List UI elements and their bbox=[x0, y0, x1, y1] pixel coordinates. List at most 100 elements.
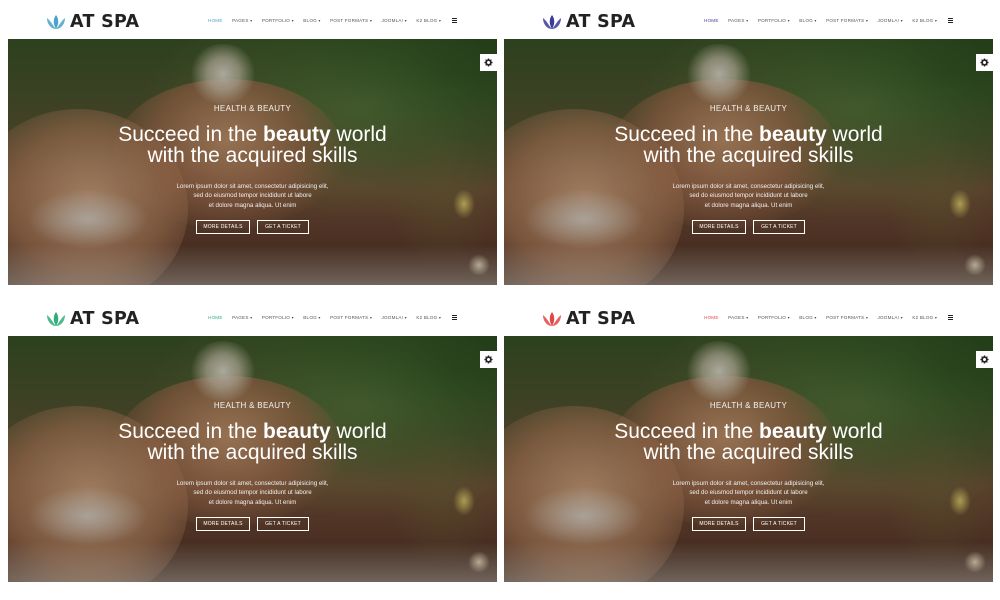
hero-eyebrow: HEALTH & BEAUTY bbox=[213, 104, 292, 113]
nav-item-blog[interactable]: BLOG ▾ bbox=[799, 18, 816, 23]
more-details-button[interactable]: MORE DETAILS bbox=[692, 517, 746, 531]
nav-label: POST FORMATS bbox=[826, 18, 865, 23]
nav-item-pages[interactable]: PAGES ▾ bbox=[232, 315, 252, 320]
headline-line2: with the acquired skills bbox=[643, 441, 854, 464]
site-header: AT SPA HOME PAGES ▾ PORTFOLIO ▾ BLOG ▾ POST… bbox=[8, 297, 497, 336]
headline-text: Succeed in the bbox=[614, 420, 760, 443]
chevron-down-icon: ▾ bbox=[369, 18, 373, 23]
chevron-down-icon: ▾ bbox=[814, 18, 817, 23]
more-details-button[interactable]: MORE DETAILS bbox=[196, 517, 250, 531]
nav-item-k2-blog[interactable]: K2 BLOG ▾ bbox=[416, 18, 441, 23]
nav-item-pages[interactable]: PAGES ▾ bbox=[232, 18, 252, 23]
hero-content: HEALTH & BEAUTY Succeed in the beauty wo… bbox=[8, 336, 497, 582]
headline-line2: with the acquired skills bbox=[147, 441, 358, 464]
nav-item-portfolio[interactable]: PORTFOLIO ▾ bbox=[758, 315, 790, 320]
nav-item-blog[interactable]: BLOG ▾ bbox=[303, 315, 320, 320]
nav-item-joomla[interactable]: JOOMLA! ▾ bbox=[878, 18, 903, 23]
hero-content: HEALTH & BEAUTY Succeed in the beauty wo… bbox=[8, 39, 497, 285]
chevron-down-icon: ▾ bbox=[291, 315, 294, 320]
nav-item-blog[interactable]: BLOG ▾ bbox=[303, 18, 320, 23]
nav-label: K2 BLOG bbox=[912, 18, 934, 23]
headline-line2: with the acquired skills bbox=[147, 144, 358, 167]
chevron-down-icon: ▾ bbox=[438, 315, 442, 320]
nav-item-portfolio[interactable]: PORTFOLIO ▾ bbox=[262, 18, 294, 23]
headline-text: world bbox=[826, 123, 883, 146]
hamburger-icon[interactable] bbox=[451, 314, 457, 320]
nav-label: BLOG bbox=[303, 18, 317, 23]
chevron-down-icon: ▾ bbox=[250, 18, 253, 23]
hero-actions: MORE DETAILS GET A TICKET bbox=[504, 517, 993, 531]
nav-label: POST FORMATS bbox=[330, 315, 369, 320]
nav-item-home[interactable]: HOME bbox=[704, 315, 719, 320]
nav-item-k2-blog[interactable]: K2 BLOG ▾ bbox=[912, 18, 937, 23]
hero-headline: Succeed in the beauty world with the acq… bbox=[8, 421, 497, 463]
brand-logo[interactable]: AT SPA bbox=[45, 309, 139, 329]
nav-label: JOOMLA! bbox=[381, 315, 404, 320]
nav-item-joomla[interactable]: JOOMLA! ▾ bbox=[382, 18, 407, 23]
get-ticket-button[interactable]: GET A TICKET bbox=[257, 220, 309, 234]
hero-slide: HEALTH & BEAUTY Succeed in the beauty wo… bbox=[504, 39, 993, 285]
description-line: Lorem ipsum dolor sit amet, consectetur … bbox=[672, 183, 825, 190]
nav-item-home[interactable]: HOME bbox=[704, 18, 719, 23]
nav-item-k2-blog[interactable]: K2 BLOG ▾ bbox=[416, 315, 441, 320]
brand-logo[interactable]: AT SPA bbox=[541, 12, 635, 32]
nav-label: K2 BLOG bbox=[912, 315, 934, 320]
nav-item-post-formats[interactable]: POST FORMATS ▾ bbox=[826, 315, 868, 320]
nav-label: PORTFOLIO bbox=[261, 315, 291, 320]
nav-item-k2-blog[interactable]: K2 BLOG ▾ bbox=[912, 315, 937, 320]
nav-label: PORTFOLIO bbox=[757, 18, 787, 23]
get-ticket-button[interactable]: GET A TICKET bbox=[257, 517, 309, 531]
nav-item-joomla[interactable]: JOOMLA! ▾ bbox=[878, 315, 903, 320]
theme-preview-panel: AT SPA HOME PAGES ▾ PORTFOLIO ▾ BLOG ▾ POST… bbox=[8, 297, 497, 587]
nav-item-joomla[interactable]: JOOMLA! ▾ bbox=[382, 315, 407, 320]
nav-item-post-formats[interactable]: POST FORMATS ▾ bbox=[826, 18, 868, 23]
nav-label: JOOMLA! bbox=[381, 18, 404, 23]
nav-item-home[interactable]: HOME bbox=[208, 18, 223, 23]
nav-label: JOOMLA! bbox=[877, 315, 900, 320]
nav-item-pages[interactable]: PAGES ▾ bbox=[728, 18, 748, 23]
nav-item-portfolio[interactable]: PORTFOLIO ▾ bbox=[758, 18, 790, 23]
description-line: et dolore magna aliqua. Ut enim bbox=[208, 498, 297, 506]
headline-emphasis: beauty bbox=[759, 420, 827, 443]
hamburger-icon[interactable] bbox=[451, 17, 457, 23]
main-nav: HOME PAGES ▾ PORTFOLIO ▾ BLOG ▾ POST FORMAT… bbox=[208, 314, 457, 320]
nav-item-post-formats[interactable]: POST FORMATS ▾ bbox=[330, 315, 372, 320]
get-ticket-button[interactable]: GET A TICKET bbox=[753, 517, 805, 531]
headline-text: Succeed in the bbox=[614, 123, 760, 146]
hero-headline: Succeed in the beauty world with the acq… bbox=[504, 421, 993, 463]
lotus-icon bbox=[543, 15, 561, 29]
lotus-icon bbox=[47, 15, 65, 29]
site-header: AT SPA HOME PAGES ▾ PORTFOLIO ▾ BLOG ▾ POST… bbox=[504, 0, 993, 39]
headline-emphasis: beauty bbox=[263, 123, 331, 146]
more-details-button[interactable]: MORE DETAILS bbox=[196, 220, 250, 234]
headline-text: world bbox=[826, 420, 883, 443]
headline-text: Succeed in the bbox=[118, 420, 264, 443]
headline-text: world bbox=[330, 123, 387, 146]
site-header: AT SPA HOME PAGES ▾ PORTFOLIO ▾ BLOG ▾ POST… bbox=[504, 297, 993, 336]
chevron-down-icon: ▾ bbox=[787, 315, 790, 320]
headline-line2: with the acquired skills bbox=[643, 144, 854, 167]
hero-slide: HEALTH & BEAUTY Succeed in the beauty wo… bbox=[504, 336, 993, 582]
nav-item-post-formats[interactable]: POST FORMATS ▾ bbox=[330, 18, 372, 23]
chevron-down-icon: ▾ bbox=[291, 18, 294, 23]
hero-eyebrow: HEALTH & BEAUTY bbox=[709, 401, 788, 410]
more-details-button[interactable]: MORE DETAILS bbox=[692, 220, 746, 234]
hamburger-icon[interactable] bbox=[947, 314, 953, 320]
nav-label: PAGES bbox=[232, 18, 249, 23]
chevron-down-icon: ▾ bbox=[865, 18, 869, 23]
chevron-down-icon: ▾ bbox=[934, 18, 938, 23]
hero-headline: Succeed in the beauty world with the acq… bbox=[8, 124, 497, 166]
nav-item-pages[interactable]: PAGES ▾ bbox=[728, 315, 748, 320]
description-line: Lorem ipsum dolor sit amet, consectetur … bbox=[672, 480, 825, 487]
chevron-down-icon: ▾ bbox=[934, 315, 938, 320]
brand-logo[interactable]: AT SPA bbox=[541, 309, 635, 329]
nav-item-portfolio[interactable]: PORTFOLIO ▾ bbox=[262, 315, 294, 320]
hamburger-icon[interactable] bbox=[947, 17, 953, 23]
nav-item-blog[interactable]: BLOG ▾ bbox=[799, 315, 816, 320]
brand-logo[interactable]: AT SPA bbox=[45, 12, 139, 32]
nav-label: BLOG bbox=[799, 18, 813, 23]
nav-item-home[interactable]: HOME bbox=[208, 315, 223, 320]
get-ticket-button[interactable]: GET A TICKET bbox=[753, 220, 805, 234]
nav-label: PORTFOLIO bbox=[261, 18, 291, 23]
description-line: sed do eiusmod tempor incididunt ut labo… bbox=[689, 489, 808, 497]
